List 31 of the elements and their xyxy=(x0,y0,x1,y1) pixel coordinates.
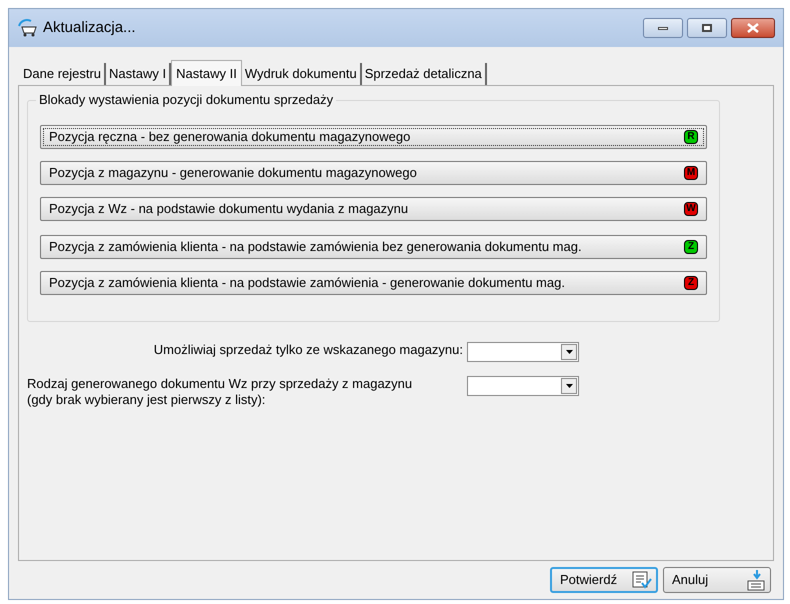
tab[interactable]: Nastawy II xyxy=(171,60,242,86)
letter-badge: Z xyxy=(684,276,698,290)
field-note: (gdy brak wybierany jest pierwszy z listy): xyxy=(27,392,266,408)
option-button[interactable]: Pozycja z magazynu - generowanie dokumentu magazynowego M xyxy=(40,161,707,185)
tray-arrow-icon xyxy=(746,569,766,591)
dropdown-field[interactable] xyxy=(467,376,579,396)
close-icon xyxy=(747,23,759,33)
letter-badge: R xyxy=(684,130,698,144)
caret-icon xyxy=(566,350,572,354)
caret-icon xyxy=(566,384,572,388)
letter-badge: W xyxy=(684,202,698,216)
option-button[interactable]: Pozycja z zamówienia klienta - na podstawie zamówienia bez generowania dokumentu mag. Z xyxy=(40,235,707,259)
option-button[interactable]: Pozycja ręczna - bez generowania dokumentu magazynowego R xyxy=(40,125,707,149)
group-title: Blokady wystawienia pozycji dokumentu sprzedaży xyxy=(36,92,336,108)
document-check-icon xyxy=(632,571,652,589)
dropdown-button[interactable] xyxy=(561,344,577,360)
maximize-button[interactable] xyxy=(687,18,727,38)
letter-badge: M xyxy=(684,166,698,180)
option-button[interactable]: Pozycja z zamówienia klienta - na podstawie zamówienia - generowanie dokumentu mag. Z xyxy=(40,271,707,295)
field-label: Umożliwiaj sprzedaż tylko ze wskazanego magazynu: xyxy=(154,342,463,358)
cart-icon xyxy=(17,18,39,38)
letter-badge: Z xyxy=(684,240,698,254)
minimize-button[interactable] xyxy=(643,18,683,38)
close-button[interactable] xyxy=(731,18,775,38)
dropdown-button[interactable] xyxy=(561,378,577,394)
window-title: Aktualizacja... xyxy=(43,18,136,38)
option-button[interactable]: Pozycja z Wz - na podstawie dokumentu wydania z magazynu W xyxy=(40,197,707,221)
dropdown-field[interactable] xyxy=(467,342,579,362)
cancel-button[interactable]: Anuluj xyxy=(663,567,771,593)
field-label: Rodzaj generowanego dokumentu Wz przy sprzedaży z magazynu xyxy=(27,376,412,392)
confirm-button[interactable]: Potwierdź xyxy=(550,567,658,593)
